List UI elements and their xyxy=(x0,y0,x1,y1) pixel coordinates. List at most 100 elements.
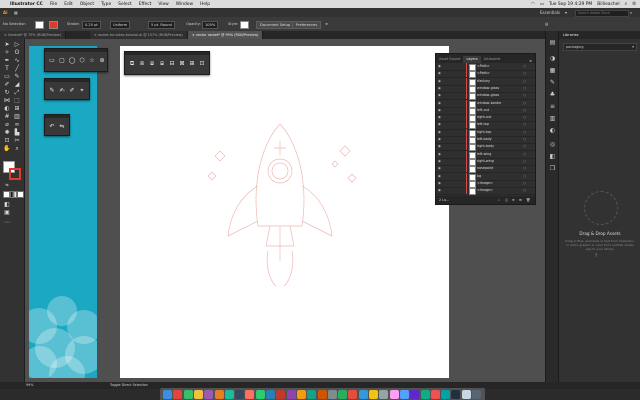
menu-app-name[interactable]: Illustrator CC xyxy=(10,2,43,7)
selection-tool-icon[interactable]: ➤ xyxy=(3,41,11,48)
paintbrush-icon[interactable]: ✎ xyxy=(13,73,21,80)
dock-app-icon[interactable] xyxy=(235,389,245,399)
visibility-eye-icon[interactable]: ◉ xyxy=(438,107,444,114)
brushes-icon[interactable]: ✎ xyxy=(549,79,556,86)
dock-app-icon[interactable] xyxy=(461,389,471,399)
target-circle-icon[interactable]: ○ xyxy=(523,100,526,107)
dock-app-icon[interactable] xyxy=(420,389,430,399)
symbols-icon[interactable]: ♣ xyxy=(549,91,556,98)
rectangle-icon[interactable]: ▭ xyxy=(48,57,56,64)
path-eraser-icon[interactable]: ⌖ xyxy=(78,87,86,94)
dock-app-icon[interactable] xyxy=(348,389,358,399)
arrange-docs-icon[interactable]: ▦ xyxy=(14,10,18,15)
workspace-switcher[interactable]: Essentials xyxy=(540,10,560,15)
layer-name[interactable]: bg xyxy=(477,173,481,180)
hand-tool-icon[interactable]: ✋ xyxy=(3,145,11,152)
stroke-swatch[interactable] xyxy=(49,21,58,29)
scale-tool-icon[interactable]: ⤢ xyxy=(13,89,21,96)
unite-icon[interactable]: ⧉ xyxy=(128,60,136,67)
dock-app-icon[interactable] xyxy=(472,389,481,399)
target-circle-icon[interactable]: ○ xyxy=(523,173,526,180)
target-circle-icon[interactable]: ○ xyxy=(523,136,526,143)
fill-swatch[interactable] xyxy=(35,21,44,29)
lasso-icon[interactable]: ʘ xyxy=(13,49,21,56)
stock-search-input[interactable]: Search Adobe Stock xyxy=(575,10,629,17)
dock-app-icon[interactable] xyxy=(266,389,275,399)
divide-icon[interactable]: ⊟ xyxy=(168,60,176,67)
layer-name[interactable]: right-out xyxy=(477,114,491,121)
rounded-rect-icon[interactable]: ▢ xyxy=(58,57,66,64)
intersect-icon[interactable]: ⧇ xyxy=(148,60,156,67)
layer-name[interactable]: <Image> xyxy=(477,187,493,194)
target-circle-icon[interactable]: ○ xyxy=(523,143,526,150)
visibility-eye-icon[interactable]: ◉ xyxy=(438,143,444,150)
tab-document-3[interactable]: × vector rocket* @ 99% (RGB/Preview) xyxy=(188,31,264,39)
clock[interactable]: Tue Sep 19 4:29 PM xyxy=(549,2,592,7)
graph-tool-icon[interactable]: ▙ xyxy=(13,129,21,136)
dock-app-icon[interactable] xyxy=(369,389,378,399)
library-dropdown[interactable]: packaging ▾ xyxy=(563,43,637,51)
target-circle-icon[interactable]: ○ xyxy=(523,158,526,165)
flare-icon[interactable]: ⊛ xyxy=(98,57,106,64)
delete-layer-icon[interactable]: 🗑 xyxy=(526,196,530,204)
star-icon[interactable]: ☆ xyxy=(88,57,96,64)
color-mode-icon[interactable] xyxy=(3,191,10,198)
color-icon[interactable]: ◑ xyxy=(549,55,556,62)
menu-object[interactable]: Object xyxy=(80,2,94,7)
target-circle-icon[interactable]: ○ xyxy=(523,63,526,70)
layer-row[interactable]: ◉ <Image> ○ xyxy=(436,187,535,196)
menu-file[interactable]: File xyxy=(50,2,57,7)
dock-app-icon[interactable] xyxy=(430,389,440,399)
menu-effect[interactable]: Effect xyxy=(139,2,152,7)
appearance-icon[interactable]: ◎ xyxy=(549,141,556,148)
locate-object-icon[interactable]: ⌕ xyxy=(498,196,500,204)
transparency-icon[interactable]: ◐ xyxy=(549,127,556,134)
dock-app-icon[interactable] xyxy=(276,389,286,399)
exclude-icon[interactable]: ⧆ xyxy=(158,60,166,67)
main-artboard[interactable] xyxy=(120,46,449,378)
zoom-level[interactable]: 99% xyxy=(26,382,33,389)
dock-app-icon[interactable] xyxy=(224,389,234,399)
rectangle-tool-icon[interactable]: ▭ xyxy=(3,73,11,80)
visibility-eye-icon[interactable]: ◉ xyxy=(438,92,444,99)
menu-type[interactable]: Type xyxy=(101,2,111,7)
layer-name[interactable]: <Path> xyxy=(477,70,490,77)
dock-app-icon[interactable] xyxy=(327,389,337,399)
target-circle-icon[interactable]: ○ xyxy=(523,165,526,172)
battery-icon[interactable]: ▭ xyxy=(540,2,544,7)
variable-width-profile[interactable]: Uniform xyxy=(110,21,131,29)
dock-app-icon[interactable] xyxy=(255,389,265,399)
dock-app-icon[interactable] xyxy=(307,389,317,399)
visibility-eye-icon[interactable]: ◉ xyxy=(438,129,444,136)
artboard-tool-icon[interactable]: ⊡ xyxy=(3,137,11,144)
none-mode-icon[interactable] xyxy=(17,191,24,198)
target-circle-icon[interactable]: ○ xyxy=(523,70,526,77)
width-tool-icon[interactable]: ⋈ xyxy=(3,97,11,104)
visibility-eye-icon[interactable]: ◉ xyxy=(438,85,444,92)
eraser-icon[interactable]: ◢ xyxy=(13,81,21,88)
wifi-icon[interactable]: ◠ xyxy=(531,2,535,7)
screen-mode-icon[interactable]: ▣ xyxy=(3,209,11,216)
rotate-view-icon[interactable]: ↶ xyxy=(48,123,56,130)
layer-name[interactable]: window-border xyxy=(477,100,502,107)
stroke-icon[interactable]: ≡ xyxy=(549,103,556,110)
dock-app-icon[interactable] xyxy=(245,389,255,399)
pen-tool-icon[interactable]: ✒ xyxy=(3,57,11,64)
preferences-button[interactable]: Preferences xyxy=(292,21,322,29)
tab-artboards[interactable]: Artboards xyxy=(481,56,504,63)
symbol-sprayer-icon[interactable]: ✺ xyxy=(3,129,11,136)
layer-name[interactable]: right-wing xyxy=(477,158,494,165)
rotate-tool-icon[interactable]: ↻ xyxy=(3,89,11,96)
pencil-icon[interactable]: ✎ xyxy=(48,87,56,94)
reflect-icon[interactable]: ⇋ xyxy=(58,123,66,130)
document-setup-button[interactable]: Document Setup xyxy=(256,21,295,29)
visibility-eye-icon[interactable]: ◉ xyxy=(438,158,444,165)
dock-app-icon[interactable] xyxy=(410,389,420,399)
tab-document-2[interactable]: × rocket-for-video-tutorial.ai @ 157% (R… xyxy=(90,31,188,39)
menu-select[interactable]: Select xyxy=(118,2,132,7)
arrange-icon[interactable]: ▤ xyxy=(545,21,548,27)
dock-app-icon[interactable] xyxy=(286,389,296,399)
dock-app-icon[interactable] xyxy=(441,389,451,399)
graphic-style-swatch[interactable] xyxy=(240,21,249,29)
layer-name[interactable]: left-wing xyxy=(477,151,491,158)
